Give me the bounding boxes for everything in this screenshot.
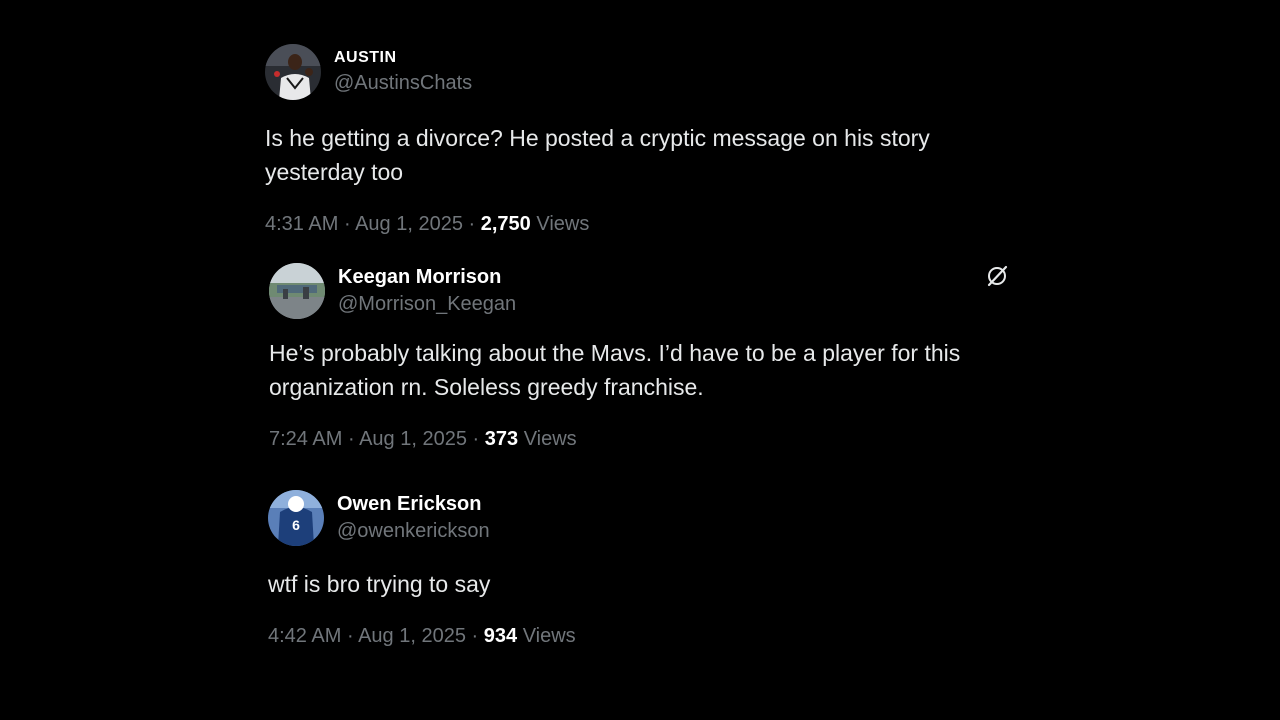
meta-separator: ·	[471, 625, 479, 647]
tweet-date[interactable]: Aug 1, 2025	[358, 625, 466, 647]
tweet-meta: 7:24 AM · Aug 1, 2025 · 373 Views	[269, 426, 1029, 452]
tweet-card[interactable]: 6 Owen Erickson @owenkerickson wtf is br…	[268, 489, 1028, 649]
meta-separator: ·	[468, 213, 476, 235]
meta-separator: ·	[346, 625, 354, 647]
tweet-meta: 4:42 AM · Aug 1, 2025 · 934 Views	[268, 623, 1028, 649]
avatar[interactable]	[265, 44, 321, 100]
display-name[interactable]: AUSTIN	[334, 48, 472, 68]
display-name[interactable]: Owen Erickson	[337, 492, 490, 516]
basketball-player-avatar-icon	[265, 44, 321, 100]
author-names: Owen Erickson @owenkerickson	[337, 492, 490, 544]
views-count: 934	[483, 625, 518, 647]
tweet-text: Is he getting a divorce? He posted a cry…	[265, 125, 930, 185]
user-handle[interactable]: @AustinsChats	[334, 70, 472, 96]
outdoor-scene-avatar-icon	[269, 263, 325, 319]
tweet-time[interactable]: 7:24 AM	[269, 428, 342, 450]
tweet-card[interactable]: AUSTIN @AustinsChats Is he getting a div…	[265, 43, 1025, 237]
meta-separator: ·	[347, 428, 355, 450]
meta-separator: ·	[343, 213, 351, 235]
author-names: Keegan Morrison @Morrison_Keegan	[338, 265, 516, 317]
avatar[interactable]	[269, 263, 325, 319]
avatar[interactable]: 6	[268, 490, 324, 546]
views-count: 2,750	[480, 213, 531, 235]
user-handle[interactable]: @Morrison_Keegan	[338, 291, 516, 317]
views-label: Views	[522, 625, 576, 647]
tweet-header: 6 Owen Erickson @owenkerickson	[268, 489, 1028, 547]
tweet-text: wtf is bro trying to say	[268, 571, 491, 597]
user-handle[interactable]: @owenkerickson	[337, 518, 490, 544]
meta-separator: ·	[472, 428, 480, 450]
grok-icon[interactable]	[985, 264, 1009, 288]
views-label: Views	[536, 213, 590, 235]
tweet-time[interactable]: 4:42 AM	[268, 625, 341, 647]
jersey-number-6-avatar-icon: 6	[268, 490, 324, 546]
jersey-number: 6	[292, 517, 300, 533]
tweet-date[interactable]: Aug 1, 2025	[355, 213, 463, 235]
views-count: 373	[484, 428, 519, 450]
author-names: AUSTIN @AustinsChats	[334, 48, 472, 96]
tweet-meta: 4:31 AM · Aug 1, 2025 · 2,750 Views	[265, 211, 1025, 237]
views-label: Views	[523, 428, 577, 450]
tweet-text: He’s probably talking about the Mavs. I’…	[269, 340, 961, 400]
tweet-time[interactable]: 4:31 AM	[265, 213, 338, 235]
display-name[interactable]: Keegan Morrison	[338, 265, 516, 289]
tweet-card[interactable]: Keegan Morrison @Morrison_Keegan He’s pr…	[269, 262, 1029, 452]
tweet-header: Keegan Morrison @Morrison_Keegan	[269, 262, 1029, 320]
tweet-date[interactable]: Aug 1, 2025	[359, 428, 467, 450]
tweet-header: AUSTIN @AustinsChats	[265, 43, 1025, 101]
